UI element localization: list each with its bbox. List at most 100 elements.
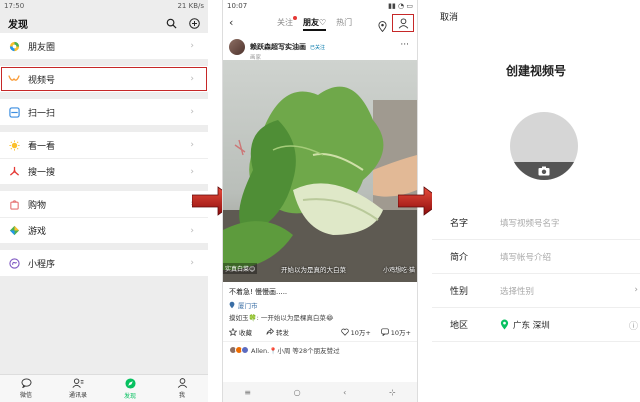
menu-group-scan: 扫一扫 › (0, 99, 208, 125)
status-speed: 21 KB/s (177, 2, 204, 10)
bio-input[interactable]: 填写帐号介绍 (480, 251, 551, 263)
tab-friends[interactable]: 朋友♡ (303, 17, 327, 31)
gender-field[interactable]: 性别 选择性别 › (432, 274, 640, 308)
location-pin-icon (500, 319, 509, 330)
tab-hot[interactable]: 热门 (336, 17, 352, 31)
menu-item-label: 看一看 (28, 141, 56, 152)
menu-group-moments: 朋友圈 › (0, 33, 208, 59)
menu-item-search[interactable]: 搜一搜 › (0, 158, 208, 184)
menu-group-mini: 小程序 › (0, 250, 208, 276)
likers-text: Allen.📍小周 等28个朋友赞过 (251, 346, 340, 355)
menu-item-label: 扫一扫 (28, 108, 56, 119)
post-text: 不着急! 慢慢画..... (229, 288, 288, 296)
comment-icon (381, 328, 389, 336)
discover-icon (124, 377, 136, 389)
field-label: 性别 (450, 287, 469, 297)
share-button[interactable]: 转发 (266, 327, 289, 337)
home-key-icon[interactable]: ○ (294, 388, 301, 397)
follow-badge: 已关注 (310, 44, 326, 51)
field-label: 名字 (450, 219, 469, 229)
menu-item-label: 游戏 (28, 227, 47, 237)
save-button[interactable]: 收藏 (229, 327, 252, 337)
avatar-upload-band (510, 162, 578, 180)
menu-item-scan[interactable]: 扫一扫 › (0, 99, 208, 125)
chevron-right-icon: › (190, 226, 194, 236)
video-caption-left: 实真白菜😊 (223, 263, 258, 274)
post-location[interactable]: 厦门市 (223, 299, 417, 311)
post-video[interactable]: 实真白菜😊 开始以为是真的大白菜 小鸡想吃·猫 (223, 60, 417, 282)
status-time: 17:50 (4, 2, 25, 10)
chevron-right-icon: › (190, 258, 194, 268)
feed-tabs: 关注 朋友♡ 热门 (277, 16, 352, 31)
bio-field[interactable]: 简介 填写帐号介绍 (432, 240, 640, 274)
chevron-right-icon: › (190, 41, 194, 51)
tab-label: 发现 (123, 392, 136, 400)
tab-discover[interactable]: 发现 (104, 375, 156, 402)
status-indicators: ▮▮ ◔ ▭ (388, 2, 413, 10)
avatar[interactable] (229, 39, 245, 55)
cabbage-painting-image (223, 86, 417, 282)
comment-button[interactable]: 10万+ (381, 327, 411, 337)
camera-icon (538, 166, 550, 176)
menu-item-label: 视频号 (28, 75, 56, 86)
menu-item-top-stories[interactable]: 看一看 › (0, 132, 208, 158)
status-bar: 10:07 ▮▮ ◔ ▭ (223, 0, 417, 12)
status-time: 10:07 (227, 2, 248, 10)
region-select[interactable]: 广东 深圳 (480, 319, 550, 331)
star-icon (229, 328, 237, 336)
tab-label: 我 (178, 392, 185, 399)
my-profile-button[interactable] (392, 14, 414, 32)
contacts-icon (72, 378, 84, 388)
cancel-button[interactable]: 取消 (440, 10, 458, 23)
menu-item-shopping[interactable]: 购物 › (0, 191, 208, 217)
menu-item-moments[interactable]: 朋友圈 › (0, 33, 208, 59)
tab-me[interactable]: 我 (156, 375, 208, 402)
tab-following[interactable]: 关注 (277, 16, 297, 31)
back-key-icon[interactable]: ‹ (343, 388, 346, 397)
share-icon (266, 328, 274, 335)
tab-chats[interactable]: 微信 (0, 375, 52, 402)
tab-label: 微信 (19, 392, 32, 399)
create-channel-screen: 取消 创建视频号 名字 填写视频号名字 简介 填写帐号介绍 性别 选择性别 › … (432, 0, 640, 402)
chats-icon (21, 378, 31, 388)
comment-count: 10万+ (390, 329, 411, 337)
post-author[interactable]: 赖跃森超写实油画 已关注 画家 ··· (223, 34, 417, 61)
person-icon (398, 17, 408, 29)
like-button[interactable]: 10万+ (340, 327, 371, 337)
menu-item-games[interactable]: 游戏 › (0, 217, 208, 243)
channels-icon (8, 73, 20, 85)
system-nav-bar: ≡ ○ ‹ ⊹ (223, 382, 417, 402)
name-field[interactable]: 名字 填写视频号名字 (432, 206, 640, 240)
games-icon (8, 225, 20, 237)
avatar-upload[interactable] (510, 112, 578, 180)
save-label: 收藏 (239, 329, 252, 337)
more-icon[interactable]: ··· (400, 40, 409, 50)
tab-label: 通讯录 (68, 392, 87, 399)
post-actions: 收藏 转发 10万+ 10万+ (223, 323, 417, 341)
shopping-icon (8, 198, 20, 210)
assist-key-icon[interactable]: ⊹ (389, 388, 396, 397)
region-field[interactable]: 地区 广东 深圳 ⓘ (432, 308, 640, 342)
back-icon[interactable]: ‹ (229, 16, 233, 29)
name-input[interactable]: 填写视频号名字 (480, 217, 560, 229)
top-comment[interactable]: 摸如玉🍀: 一开始以为是棵真白菜😂 (223, 311, 417, 323)
friends-liked-row[interactable]: Allen.📍小周 等28个朋友赞过 (223, 341, 417, 357)
share-label: 转发 (276, 329, 289, 337)
info-icon[interactable]: ⓘ (629, 319, 638, 332)
heart-icon (340, 328, 349, 336)
search-icon[interactable] (166, 18, 177, 29)
add-icon[interactable] (189, 17, 200, 29)
menu-item-channels[interactable]: 视频号 › (0, 66, 208, 92)
tab-contacts[interactable]: 通讯录 (52, 375, 104, 402)
menu-key-icon[interactable]: ≡ (244, 388, 251, 397)
status-bar: 17:50 21 KB/s (0, 0, 208, 13)
feed-header: ‹ 关注 朋友♡ 热门 (223, 12, 417, 34)
discover-header: 发现 (0, 13, 208, 33)
gender-select[interactable]: 选择性别 (480, 285, 534, 297)
menu-group-channels: 视频号 › (0, 66, 208, 92)
location-pin-icon (229, 301, 235, 309)
menu-item-mini-programs[interactable]: 小程序 › (0, 250, 208, 276)
menu-item-label: 朋友圈 (28, 42, 56, 53)
tutorial-composite: 17:50 21 KB/s 发现 朋友圈 › 视频号 › 扫一扫 › 看一看 ›… (0, 0, 640, 402)
liker-avatars (229, 345, 249, 354)
